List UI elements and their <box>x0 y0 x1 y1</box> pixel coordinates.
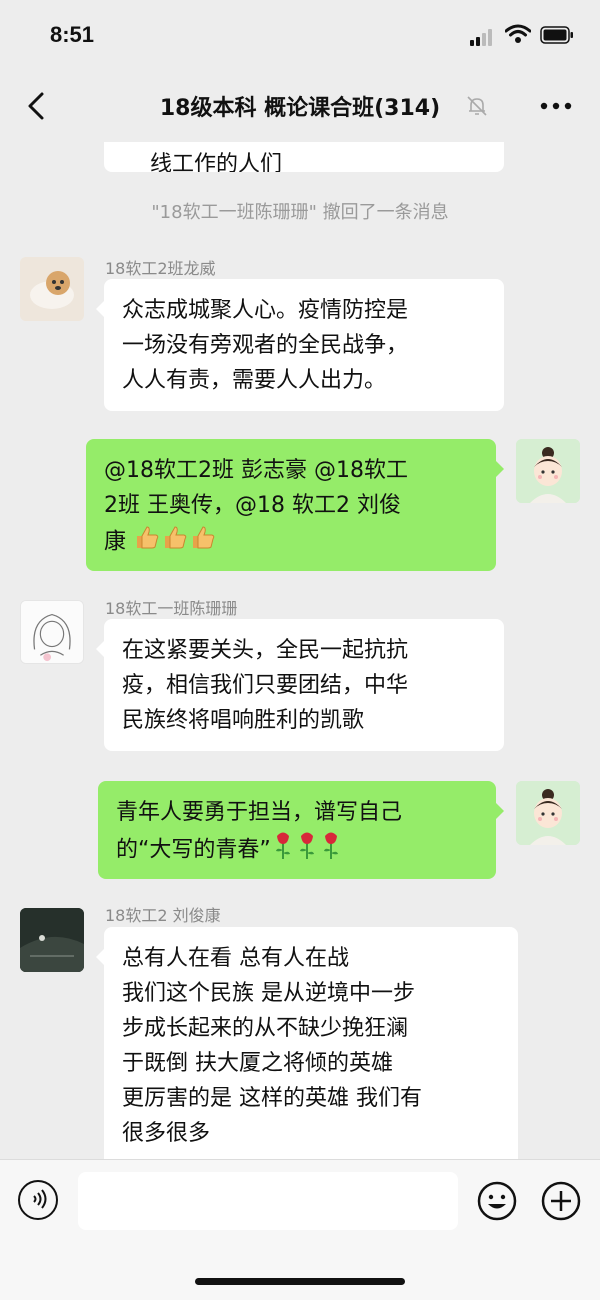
sender-name: 18软工2 刘俊康 <box>105 906 221 925</box>
mute-bell-icon <box>467 96 487 116</box>
message-bubble[interactable]: 总有人在看 总有人在战 我们这个民族 是从逆境中一步 步成长起来的从不缺少挽狂澜… <box>96 927 518 1159</box>
chat-title: 18级本科 概论课合班(314) <box>159 96 441 121</box>
home-indicator <box>195 1278 405 1285</box>
status-bar: 8:51 <box>0 0 600 72</box>
thumbs-up-icon <box>133 523 161 562</box>
rose-icon <box>295 830 319 871</box>
sender-name: 18软工2班龙威 <box>105 259 216 278</box>
message-text: 青年人要勇于担当，谱写自己 的“大写的青春” <box>116 800 403 863</box>
girl-cartoon-avatar[interactable] <box>516 781 580 845</box>
message-bubble[interactable]: 青年人要勇于担当，谱写自己 的“大写的青春” <box>98 781 504 879</box>
sender-name: 18软工一班陈珊珊 <box>105 599 238 618</box>
cellular-signal-icon <box>470 28 496 46</box>
voice-input-icon[interactable] <box>18 1180 58 1220</box>
sketch-girl-avatar[interactable] <box>20 600 84 664</box>
rose-icon <box>319 830 343 871</box>
chat-message-list[interactable]: 线工作的人们 "18软工一班陈珊珊" 撤回了一条消息 18软工2班龙威 众志成城… <box>0 142 600 1159</box>
back-arrow-icon[interactable] <box>18 88 54 124</box>
status-time: 8:51 <box>50 22 95 47</box>
recall-notice: "18软工一班陈珊珊" 撤回了一条消息 <box>151 202 449 223</box>
battery-icon <box>540 26 573 44</box>
nav-bar: 18级本科 概论课合班(314) <box>0 72 600 142</box>
partial-message-text: 线工作的人们 <box>150 152 283 172</box>
message-input[interactable] <box>78 1172 458 1230</box>
dark-photo-avatar[interactable] <box>20 908 84 972</box>
input-bar <box>0 1159 600 1300</box>
emoji-smiley-icon[interactable] <box>476 1180 518 1222</box>
thumbs-up-icon <box>189 523 217 562</box>
message-bubble[interactable]: 在这紧要关头，全民一起抗抗 疫，相信我们只要团结，中华 民族终将唱响胜利的凯歌 <box>96 619 504 751</box>
plus-icon[interactable] <box>540 1180 582 1222</box>
message-bubble[interactable]: @18软工2班 彭志豪 @18软工 2班 王奥传，@18 软工2 刘俊 康 <box>86 439 504 571</box>
rose-icon <box>271 830 295 871</box>
thumbs-up-icon <box>161 523 189 562</box>
message-bubble[interactable]: 众志成城聚人心。疫情防控是 一场没有旁观者的全民战争， 人人有责，需要人人出力。 <box>96 279 504 411</box>
wifi-icon <box>505 24 531 43</box>
dog-photo-avatar[interactable] <box>20 257 84 321</box>
more-options-icon[interactable] <box>538 92 574 120</box>
girl-cartoon-avatar[interactable] <box>516 439 580 503</box>
partial-message-bubble: 线工作的人们 <box>104 142 504 172</box>
